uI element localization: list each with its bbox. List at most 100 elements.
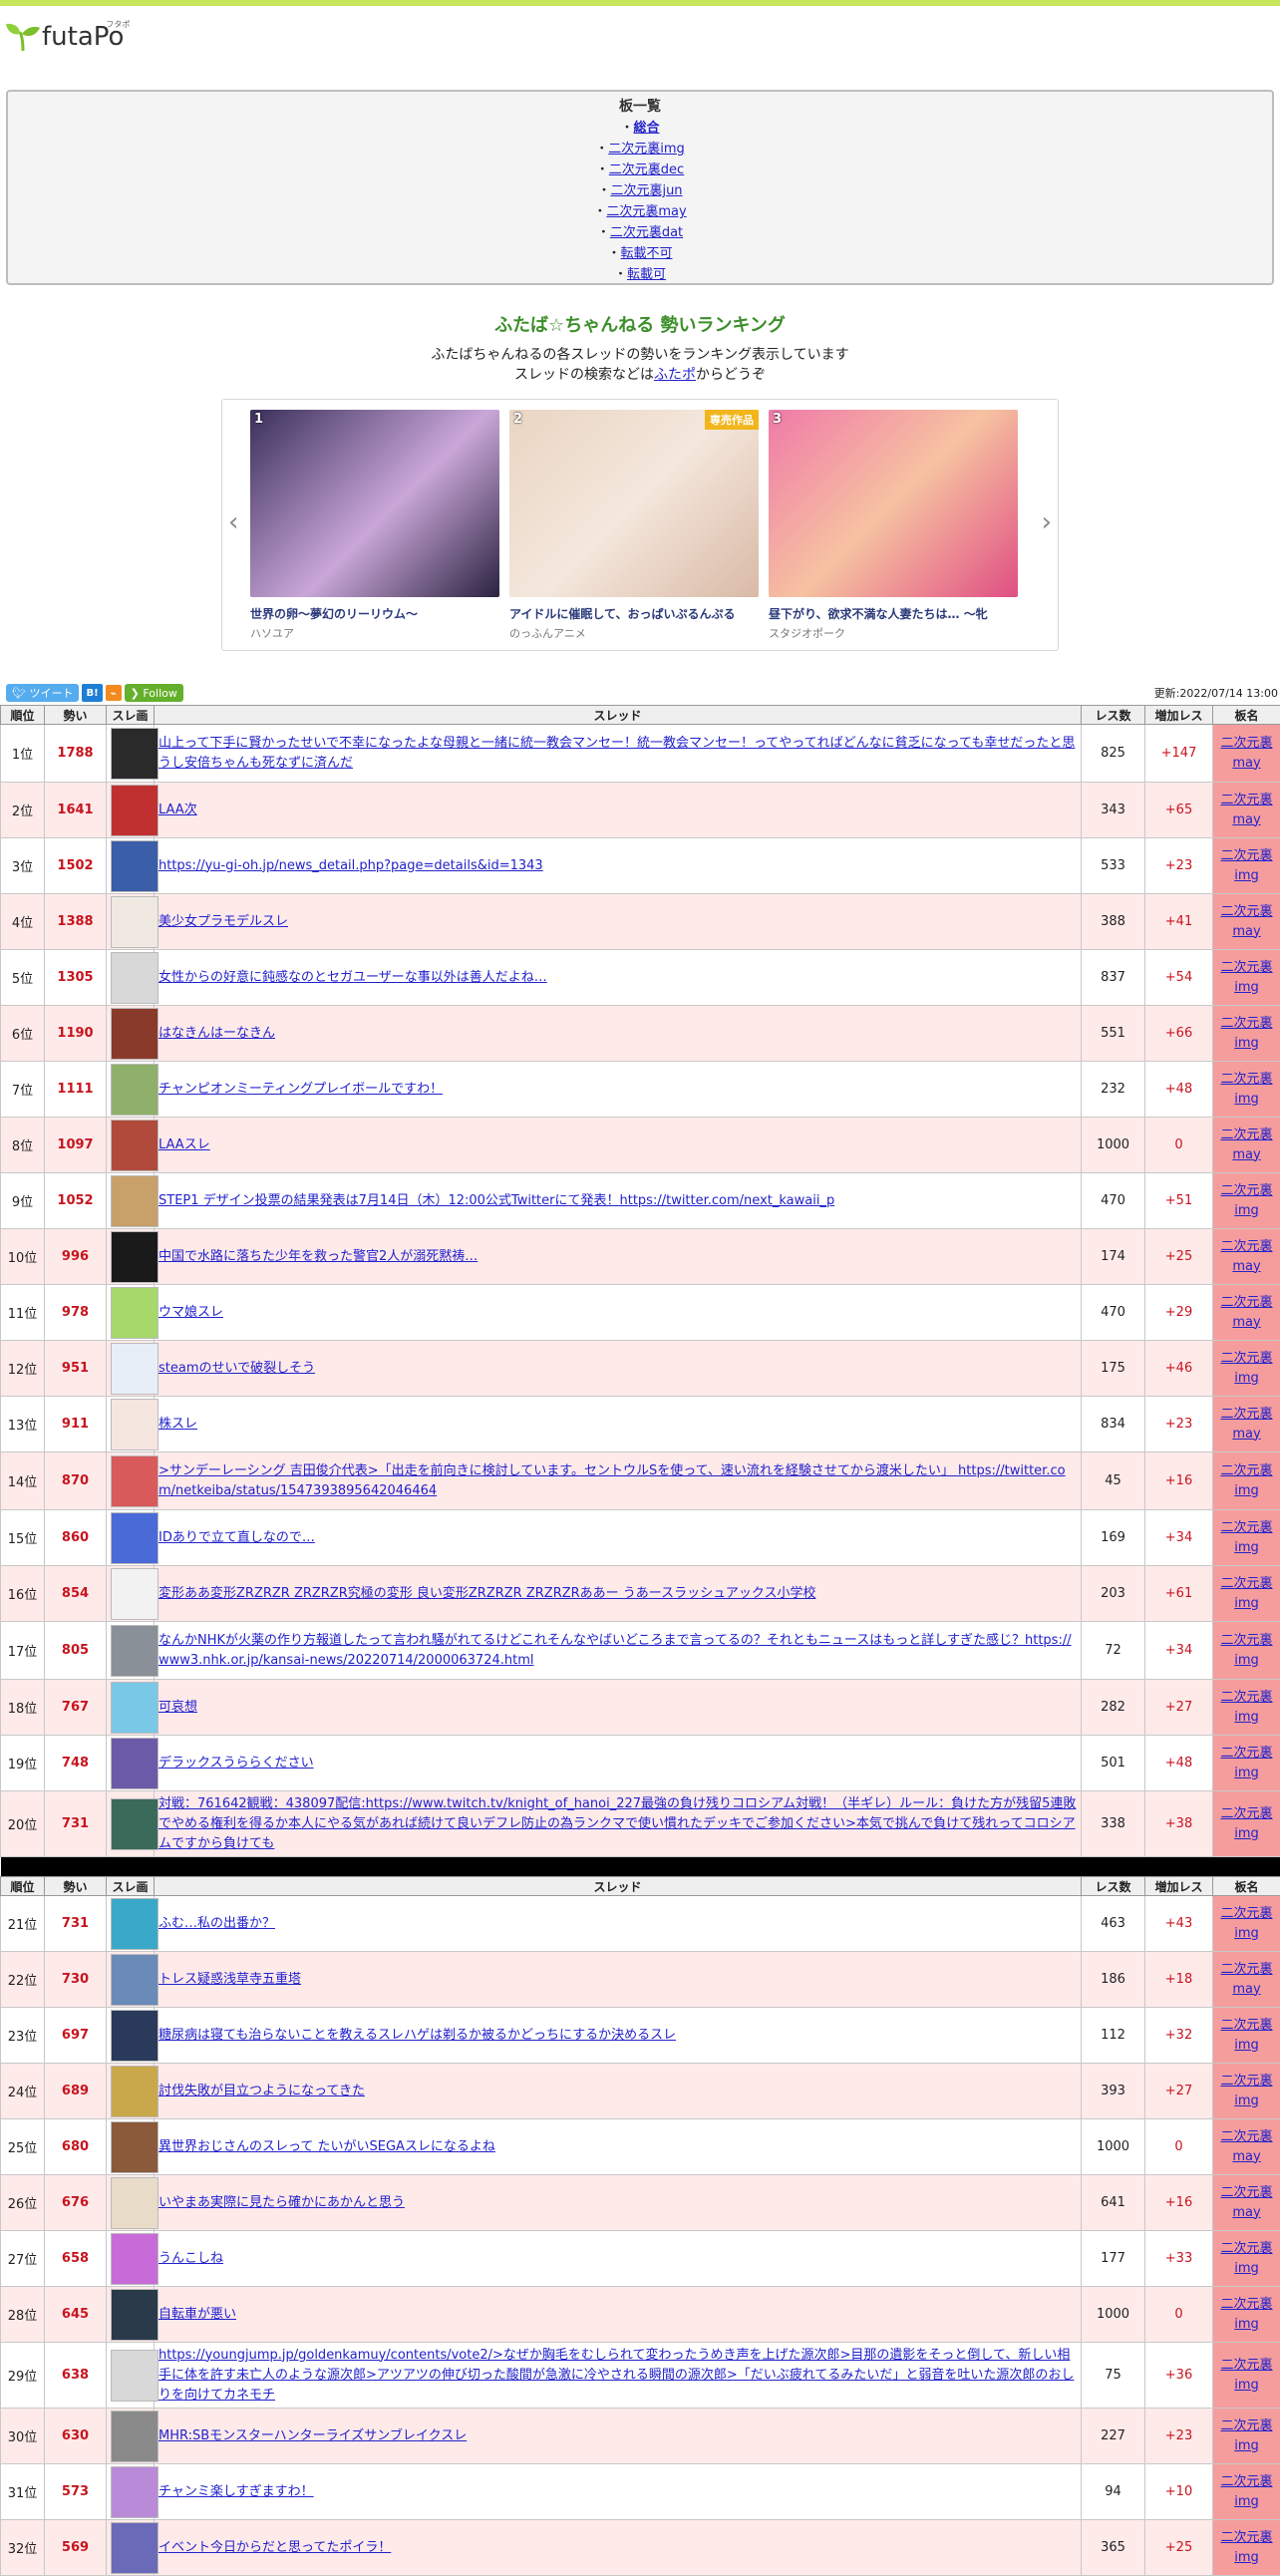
board-link[interactable]: 二次元裏img bbox=[1213, 1744, 1280, 1783]
slide-image[interactable]: 2専売作品 bbox=[509, 410, 759, 597]
chevron-right-icon[interactable]: › bbox=[1042, 507, 1052, 537]
board-link-dat[interactable]: 二次元裏dat bbox=[610, 225, 683, 240]
thread-link[interactable]: 美少女プラモデルスレ bbox=[159, 914, 288, 929]
thread-link[interactable]: 糖尿病は寝ても治らないことを教えるスレハゲは剃るか被るかどっちにするか決めるスレ bbox=[159, 2028, 676, 2043]
board-link[interactable]: 二次元裏may bbox=[1213, 2183, 1280, 2223]
board-link[interactable]: 二次元裏img bbox=[1213, 2356, 1280, 2396]
board-link-dec[interactable]: 二次元裏dec bbox=[609, 162, 684, 177]
thread-thumbnail[interactable] bbox=[111, 2121, 159, 2173]
thread-link[interactable]: 異世界おじさんのスレって たいがいSEGAスレになるよね bbox=[159, 2139, 495, 2154]
board-link[interactable]: 二次元裏img bbox=[1213, 2416, 1280, 2456]
board-link-repost-ok[interactable]: 転載可 bbox=[627, 267, 666, 282]
board-link[interactable]: 二次元裏may bbox=[1213, 1405, 1280, 1445]
board-list-panel[interactable]: 板一覧 ・総合 ・二次元裏img ・二次元裏dec ・二次元裏jun ・二次元裏… bbox=[6, 90, 1274, 285]
board-link[interactable]: 二次元裏img bbox=[1213, 958, 1280, 998]
board-link[interactable]: 二次元裏img bbox=[1213, 1181, 1280, 1221]
thread-thumbnail[interactable] bbox=[111, 2522, 159, 2574]
thread-link[interactable]: >サンデーレーシング 吉田俊介代表>「出走を前向きに検討しています。セントウルS… bbox=[159, 1463, 1066, 1498]
thread-link[interactable]: 女性からの好意に鈍感なのとセガユーザーな事以外は善人だよね… bbox=[159, 970, 547, 985]
thread-link[interactable]: 討伐失敗が目立つようになってきた bbox=[159, 2084, 365, 2098]
rss-icon[interactable]: ⌁ bbox=[106, 685, 122, 701]
board-link[interactable]: 二次元裏may bbox=[1213, 1960, 1280, 2000]
thread-link[interactable]: チャンミ楽しすぎますわ！ bbox=[159, 2484, 314, 2499]
thread-thumbnail[interactable] bbox=[111, 1231, 159, 1283]
thread-link[interactable]: ウマ娘スレ bbox=[159, 1305, 223, 1320]
board-link[interactable]: 二次元裏may bbox=[1213, 1293, 1280, 1333]
board-link[interactable]: 二次元裏img bbox=[1213, 2016, 1280, 2056]
thread-thumbnail[interactable] bbox=[111, 2350, 159, 2402]
thread-link[interactable]: 山上って下手に賢かったせいで不幸になったよな母親と一緒に統一教会マンセー！統一教… bbox=[159, 736, 1075, 771]
board-link[interactable]: 二次元裏may bbox=[1213, 2127, 1280, 2167]
thread-thumbnail[interactable] bbox=[111, 2010, 159, 2062]
thread-thumbnail[interactable] bbox=[111, 1287, 159, 1339]
thread-thumbnail[interactable] bbox=[111, 1682, 159, 1734]
board-link[interactable]: 二次元裏img bbox=[1213, 1574, 1280, 1614]
thread-link[interactable]: STEP1 デザイン投票の結果発表は7月14日（木）12:00公式Twitter… bbox=[159, 1193, 834, 1208]
thread-thumbnail[interactable] bbox=[111, 2066, 159, 2117]
chevron-left-icon[interactable]: ‹ bbox=[228, 507, 238, 537]
thread-thumbnail[interactable] bbox=[111, 840, 159, 892]
thread-link[interactable]: デラックスうららください bbox=[159, 1756, 314, 1771]
hatena-bookmark-button[interactable]: B! bbox=[82, 684, 102, 702]
board-link[interactable]: 二次元裏may bbox=[1213, 902, 1280, 942]
board-link[interactable]: 二次元裏img bbox=[1213, 1804, 1280, 1844]
slide-image[interactable]: 3 bbox=[769, 410, 1018, 597]
tweet-button[interactable]: 🐦︎ ツイート bbox=[6, 684, 79, 702]
board-link-jun[interactable]: 二次元裏jun bbox=[610, 183, 682, 198]
thread-link[interactable]: 対戦：761642観戦：438097配信:https://www.twitch.… bbox=[159, 1796, 1076, 1851]
board-link[interactable]: 二次元裏img bbox=[1213, 1688, 1280, 1728]
thread-link[interactable]: なんかNHKが火薬の作り方報道したって言われ騒がれてるけどこれそんなやばいどころ… bbox=[159, 1633, 1072, 1668]
thread-link[interactable]: いやまあ実際に見たら確かにあかんと思う bbox=[159, 2195, 405, 2210]
thread-thumbnail[interactable] bbox=[111, 2289, 159, 2341]
board-link-sougou[interactable]: 総合 bbox=[634, 121, 660, 136]
futapo-logo[interactable]: futaPo フタポ bbox=[6, 22, 1280, 52]
board-link[interactable]: 二次元裏img bbox=[1213, 1014, 1280, 1054]
slide-title[interactable]: 世界の卵～夢幻のリーリウム～ bbox=[250, 605, 499, 622]
board-link-no-repost[interactable]: 転載不可 bbox=[621, 246, 673, 261]
feedly-follow-button[interactable]: ❯ Follow bbox=[125, 684, 183, 702]
thread-thumbnail[interactable] bbox=[111, 2233, 159, 2285]
thread-thumbnail[interactable] bbox=[111, 896, 159, 948]
thread-link[interactable]: LAAスレ bbox=[159, 1137, 210, 1152]
slide-title[interactable]: 昼下がり、欲求不満な人妻たちは… ～牝 bbox=[769, 605, 1018, 622]
board-link-img[interactable]: 二次元裏img bbox=[608, 142, 685, 157]
board-link[interactable]: 二次元裏img bbox=[1213, 2072, 1280, 2111]
thread-link[interactable]: チャンピオンミーティングプレイボールですわ！ bbox=[159, 1082, 443, 1097]
thread-thumbnail[interactable] bbox=[111, 1798, 159, 1850]
board-link[interactable]: 二次元裏img bbox=[1213, 1070, 1280, 1110]
thread-link[interactable]: うんこしね bbox=[159, 2251, 223, 2266]
carousel-slide[interactable]: 2専売作品アイドルに催眠して、おっぱいぷるんぷるのっふんアニメ bbox=[509, 410, 759, 641]
thread-thumbnail[interactable] bbox=[111, 1512, 159, 1564]
thread-thumbnail[interactable] bbox=[111, 2411, 159, 2462]
carousel-slide[interactable]: 3昼下がり、欲求不満な人妻たちは… ～牝スタジオポーク bbox=[769, 410, 1018, 641]
board-link[interactable]: 二次元裏img bbox=[1213, 2528, 1280, 2568]
board-link[interactable]: 二次元裏img bbox=[1213, 2239, 1280, 2279]
thread-link[interactable]: ふむ…私の出番か？ bbox=[159, 1916, 275, 1931]
slide-title[interactable]: アイドルに催眠して、おっぱいぷるんぷる bbox=[509, 605, 759, 622]
thread-link[interactable]: steamのせいで破裂しそう bbox=[159, 1361, 315, 1376]
thread-thumbnail[interactable] bbox=[111, 1738, 159, 1789]
thread-thumbnail[interactable] bbox=[111, 1898, 159, 1950]
thread-thumbnail[interactable] bbox=[111, 1008, 159, 1060]
futapo-search-link[interactable]: ふたポ bbox=[654, 367, 696, 383]
slide-image[interactable]: 1 bbox=[250, 410, 499, 597]
board-link[interactable]: 二次元裏img bbox=[1213, 1904, 1280, 1944]
thread-thumbnail[interactable] bbox=[111, 1399, 159, 1450]
thread-thumbnail[interactable] bbox=[111, 1175, 159, 1227]
board-link[interactable]: 二次元裏img bbox=[1213, 2472, 1280, 2512]
thread-link[interactable]: https://youngjump.jp/goldenkamuy/content… bbox=[159, 2348, 1074, 2403]
board-link[interactable]: 二次元裏img bbox=[1213, 1518, 1280, 1558]
board-link[interactable]: 二次元裏may bbox=[1213, 1237, 1280, 1277]
carousel-slide[interactable]: 1世界の卵～夢幻のリーリウム～ハソユア bbox=[250, 410, 499, 641]
thread-link[interactable]: IDありで立て直しなので… bbox=[159, 1530, 315, 1545]
thread-link[interactable]: https://yu-gi-oh.jp/news_detail.php?page… bbox=[159, 858, 543, 873]
thread-thumbnail[interactable] bbox=[111, 952, 159, 1004]
thread-link[interactable]: 株スレ bbox=[159, 1417, 197, 1432]
thread-thumbnail[interactable] bbox=[111, 1455, 159, 1507]
thread-link[interactable]: MHR:SBモンスターハンターライズサンブレイクスレ bbox=[159, 2428, 467, 2443]
board-link-may[interactable]: 二次元裏may bbox=[606, 204, 686, 219]
thread-thumbnail[interactable] bbox=[111, 2177, 159, 2229]
thread-thumbnail[interactable] bbox=[111, 2466, 159, 2518]
thread-link[interactable]: はなきんはーなきん bbox=[159, 1026, 275, 1041]
board-link[interactable]: 二次元裏img bbox=[1213, 2295, 1280, 2335]
